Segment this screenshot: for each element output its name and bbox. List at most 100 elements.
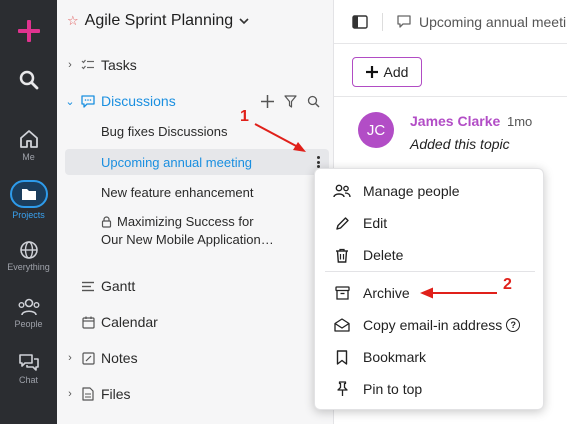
trash-icon [333, 248, 351, 263]
rail-projects[interactable]: Projects [0, 180, 57, 220]
app-rail: Me Projects Everything People Chat [0, 0, 57, 424]
workspace-title-dropdown[interactable]: ☆ Agile Sprint Planning [67, 12, 249, 30]
projects-pill [9, 180, 48, 208]
discussion-item-label: Bug fixes Discussions [101, 124, 228, 139]
search-icon [19, 70, 38, 90]
rail-everything[interactable]: Everything [0, 240, 57, 272]
discussion-item-label: New feature enhancement [101, 185, 254, 200]
star-icon[interactable]: ☆ [67, 13, 79, 29]
add-icon[interactable] [261, 94, 274, 108]
envelope-open-icon [333, 318, 351, 332]
rail-people-label: People [14, 319, 43, 329]
add-button-label: Add [383, 64, 409, 80]
chevron-right-icon[interactable]: › [61, 388, 79, 400]
comment-time: 1mo [507, 114, 533, 129]
project-sidebar: ☆ Agile Sprint Planning › Tasks ⌄ Discus… [57, 0, 334, 424]
avatar[interactable]: JC [358, 112, 394, 148]
lock-icon [101, 216, 112, 228]
menu-item-label: Delete [363, 247, 404, 263]
chevron-down-icon[interactable]: ⌄ [61, 95, 79, 108]
search-icon[interactable] [307, 95, 320, 108]
menu-item-label: Bookmark [363, 349, 427, 365]
tree-item-discussions[interactable]: ⌄ Discussions [57, 88, 334, 114]
comment-author[interactable]: James Clarke [410, 113, 500, 129]
tree-item-notes-label: Notes [101, 350, 138, 366]
discussion-item-label: Upcoming annual meeting [101, 154, 253, 170]
note-icon [79, 351, 97, 365]
checklist-icon [79, 59, 97, 71]
chat-icon [18, 354, 39, 371]
discussion-item-label: Maximizing Success for [117, 214, 254, 229]
add-button[interactable]: Add [352, 57, 422, 87]
filter-icon[interactable] [284, 94, 297, 108]
plus-icon [365, 66, 378, 78]
menu-item-edit[interactable]: Edit [315, 208, 545, 238]
calendar-icon [79, 316, 97, 329]
archive-icon [333, 286, 351, 300]
rail-everything-label: Everything [7, 262, 50, 272]
tab-title: Upcoming annual meeti [419, 13, 567, 30]
discussion-item-label-line2: Our New Mobile Application… [101, 232, 274, 247]
home-icon [19, 130, 38, 148]
globe-icon [19, 241, 38, 259]
help-icon[interactable]: ? [506, 318, 521, 332]
workspace-title: Agile Sprint Planning [84, 12, 234, 29]
tree-item-gantt[interactable]: Gantt [57, 273, 334, 299]
tree-item-gantt-label: Gantt [101, 278, 136, 294]
pencil-icon [333, 216, 351, 231]
chevron-right-icon[interactable]: › [61, 59, 79, 71]
tree-item-files[interactable]: › Files [57, 381, 334, 407]
search-button[interactable] [0, 70, 57, 90]
menu-item-bookmark[interactable]: Bookmark [315, 342, 545, 372]
menu-item-label: Copy email-in address [363, 317, 503, 333]
menu-item-label: Archive [363, 285, 410, 301]
tree-item-calendar[interactable]: Calendar [57, 309, 334, 335]
people-icon [333, 184, 351, 198]
chevron-right-icon[interactable]: › [61, 352, 79, 364]
discussion-item[interactable]: New feature enhancement [101, 185, 253, 200]
people-icon [18, 298, 40, 316]
menu-item-label: Manage people [363, 183, 460, 199]
divider [334, 96, 567, 97]
speech-bubble-icon [397, 15, 411, 28]
create-button[interactable] [0, 18, 57, 44]
menu-item-delete[interactable]: Delete [315, 240, 545, 270]
rail-me-label: Me [22, 152, 35, 162]
menu-item-copy-email[interactable]: Copy email-in address ? [315, 310, 545, 340]
menu-item-label: Edit [363, 215, 388, 231]
rail-people[interactable]: People [0, 297, 57, 329]
discussion-item-selected[interactable]: Upcoming annual meeting [65, 149, 329, 175]
tree-item-notes[interactable]: › Notes [57, 345, 334, 371]
bookmark-icon [333, 349, 351, 365]
menu-divider [325, 271, 535, 272]
tree-item-calendar-label: Calendar [101, 314, 158, 330]
menu-item-manage-people[interactable]: Manage people [315, 176, 545, 206]
annotation-step-2: 2 [503, 276, 512, 293]
plus-icon [17, 20, 40, 42]
discussions-tools [261, 94, 320, 108]
tree-item-tasks[interactable]: › Tasks [57, 52, 334, 78]
rail-chat-label: Chat [18, 375, 38, 385]
speech-bubble-icon [79, 94, 97, 108]
menu-item-pin[interactable]: Pin to top [315, 374, 545, 404]
discussion-item[interactable]: Bug fixes Discussions [101, 124, 227, 139]
tree-item-files-label: Files [101, 386, 131, 402]
topbar: Upcoming annual meeti [334, 0, 567, 44]
annotation-step-1: 1 [240, 108, 249, 125]
discussion-item-line: Maximizing Success for [101, 213, 274, 231]
gantt-icon [79, 281, 97, 292]
tree-item-discussions-label: Discussions [101, 93, 176, 109]
file-icon [79, 387, 97, 401]
menu-item-label: Pin to top [363, 381, 423, 397]
divider [382, 12, 383, 31]
comment-text: Added this topic [410, 136, 510, 152]
sidebar-toggle-icon[interactable] [352, 14, 368, 29]
chevron-down-icon [239, 18, 249, 25]
rail-chat[interactable]: Chat [0, 353, 57, 385]
rail-projects-label: Projects [12, 210, 45, 220]
discussion-item[interactable]: Maximizing Success for Our New Mobile Ap… [101, 213, 274, 249]
pin-icon [333, 381, 351, 397]
tree-item-tasks-label: Tasks [101, 57, 137, 73]
folder-icon [21, 189, 36, 200]
rail-me[interactable]: Me [0, 128, 57, 162]
